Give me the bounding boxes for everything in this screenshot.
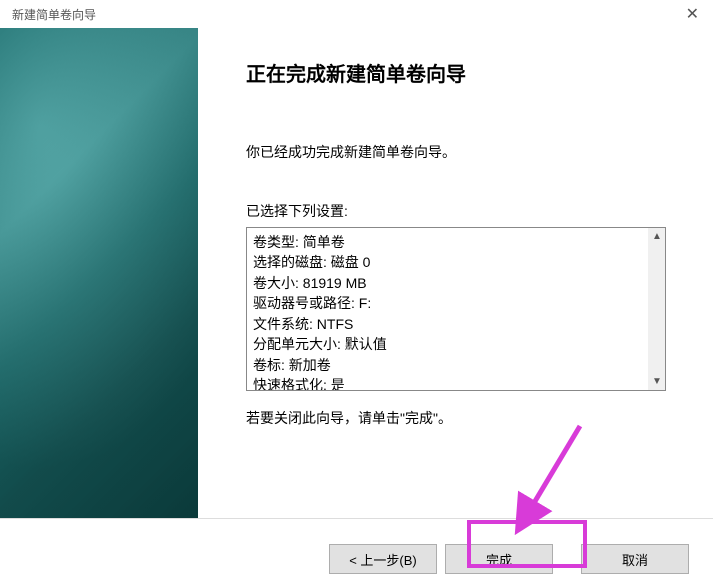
wizard-heading: 正在完成新建简单卷向导 bbox=[246, 58, 679, 87]
wizard-close-hint: 若要关闭此向导，请单击"完成"。 bbox=[246, 409, 679, 429]
close-icon[interactable]: ✕ bbox=[680, 4, 705, 24]
window-title: 新建简单卷向导 bbox=[8, 6, 96, 23]
settings-listbox[interactable]: 卷类型: 简单卷 选择的磁盘: 磁盘 0 卷大小: 81919 MB 驱动器号或… bbox=[246, 227, 666, 391]
back-button[interactable]: < 上一步(B) bbox=[329, 544, 437, 574]
dialog-body: 正在完成新建简单卷向导 你已经成功完成新建简单卷向导。 已选择下列设置: 卷类型… bbox=[0, 28, 713, 518]
scroll-up-icon[interactable]: ▲ bbox=[649, 228, 665, 245]
wizard-success-text: 你已经成功完成新建简单卷向导。 bbox=[246, 143, 679, 163]
wizard-side-image bbox=[0, 28, 198, 518]
cancel-button[interactable]: 取消 bbox=[581, 544, 689, 574]
wizard-content: 正在完成新建简单卷向导 你已经成功完成新建简单卷向导。 已选择下列设置: 卷类型… bbox=[198, 28, 713, 518]
finish-button[interactable]: 完成 bbox=[445, 544, 553, 574]
settings-label: 已选择下列设置: bbox=[246, 201, 679, 221]
button-divider bbox=[0, 518, 713, 519]
titlebar: 新建简单卷向导 ✕ bbox=[0, 0, 713, 28]
scrollbar[interactable]: ▲ ▼ bbox=[648, 228, 665, 390]
settings-content: 卷类型: 简单卷 选择的磁盘: 磁盘 0 卷大小: 81919 MB 驱动器号或… bbox=[247, 228, 648, 390]
button-row: < 上一步(B) 完成 取消 bbox=[329, 544, 689, 574]
scroll-down-icon[interactable]: ▼ bbox=[649, 373, 665, 390]
scroll-track[interactable] bbox=[649, 245, 665, 373]
